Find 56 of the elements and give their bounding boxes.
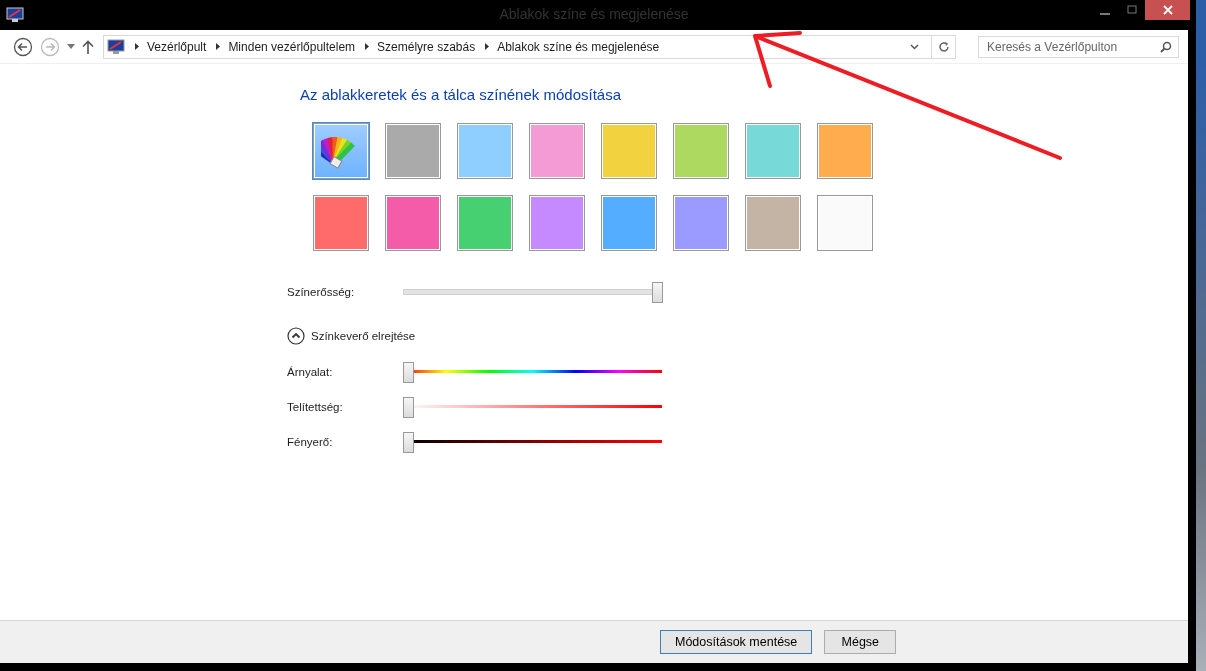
back-icon[interactable]	[13, 36, 33, 57]
color-swatch[interactable]	[745, 195, 801, 251]
color-swatch[interactable]	[601, 195, 657, 251]
color-swatch[interactable]	[385, 195, 441, 251]
cancel-button[interactable]: Mégse	[824, 630, 897, 654]
breadcrumb[interactable]: Ablakok színe és megjelenése	[497, 39, 660, 54]
color-swatch[interactable]	[817, 195, 873, 251]
saturation-slider[interactable]	[403, 397, 662, 417]
slider-thumb[interactable]	[403, 397, 414, 418]
close-button[interactable]	[1145, 0, 1190, 20]
forward-icon[interactable]	[40, 36, 60, 57]
breadcrumb[interactable]: Vezérlőpult	[147, 39, 207, 54]
slider-thumb[interactable]	[403, 432, 414, 453]
monitor-icon	[107, 38, 125, 55]
address-bar[interactable]: Vezérlőpult Minden vezérlőpultelem Személyre szabás Ablakok színe és megjelenése	[103, 34, 956, 59]
chevron-icon	[485, 43, 490, 50]
breadcrumb[interactable]: Minden vezérlőpultelem	[228, 39, 356, 54]
color-swatch[interactable]	[745, 123, 801, 179]
color-swatch[interactable]	[457, 123, 513, 179]
chevron-down-icon[interactable]	[910, 43, 919, 50]
color-swatch[interactable]	[673, 123, 729, 179]
color-swatch[interactable]	[457, 195, 513, 251]
chevron-icon	[365, 43, 370, 50]
color-swatch[interactable]	[529, 195, 585, 251]
slider-label: Színerősség:	[287, 286, 356, 298]
search-field[interactable]: Keresés a Vezérlőpulton	[978, 35, 1179, 58]
automatic-color-swatch[interactable]	[313, 123, 369, 179]
color-swatch[interactable]	[385, 123, 441, 179]
slider-thumb[interactable]	[403, 362, 414, 383]
chevron-icon	[216, 43, 221, 50]
mixer-toggle[interactable]: Színkeverő elrejtése	[287, 327, 416, 345]
minimize-icon	[1099, 12, 1110, 15]
slider-label: Fényerő:	[287, 436, 334, 448]
breadcrumb[interactable]: Személyre szabás	[377, 39, 476, 54]
brightness-slider[interactable]	[403, 432, 662, 452]
chevron-icon	[135, 43, 139, 50]
color-swatch[interactable]	[529, 123, 585, 179]
color-swatch[interactable]	[313, 195, 369, 251]
search-icon	[1160, 40, 1172, 53]
maximize-icon	[1126, 5, 1137, 15]
refresh-icon	[937, 40, 950, 53]
section-heading: Az ablakkeretek és a tálca színének módosítása	[300, 86, 622, 103]
chevron-circle-icon	[287, 327, 305, 345]
color-swatch[interactable]	[673, 195, 729, 251]
dropdown-icon[interactable]	[67, 44, 75, 49]
monitor-icon	[6, 7, 24, 23]
hue-slider[interactable]	[403, 362, 662, 382]
slider-label: Telítettség:	[287, 401, 344, 413]
color-swatch[interactable]	[601, 123, 657, 179]
slider-label: Árnyalat:	[287, 366, 334, 378]
close-icon	[1162, 5, 1173, 15]
slider-thumb[interactable]	[652, 282, 663, 303]
intensity-slider[interactable]	[403, 282, 662, 302]
up-arrow-icon[interactable]	[82, 39, 94, 54]
color-swatch[interactable]	[817, 123, 873, 179]
save-button[interactable]: Módosítások mentése	[660, 630, 813, 654]
